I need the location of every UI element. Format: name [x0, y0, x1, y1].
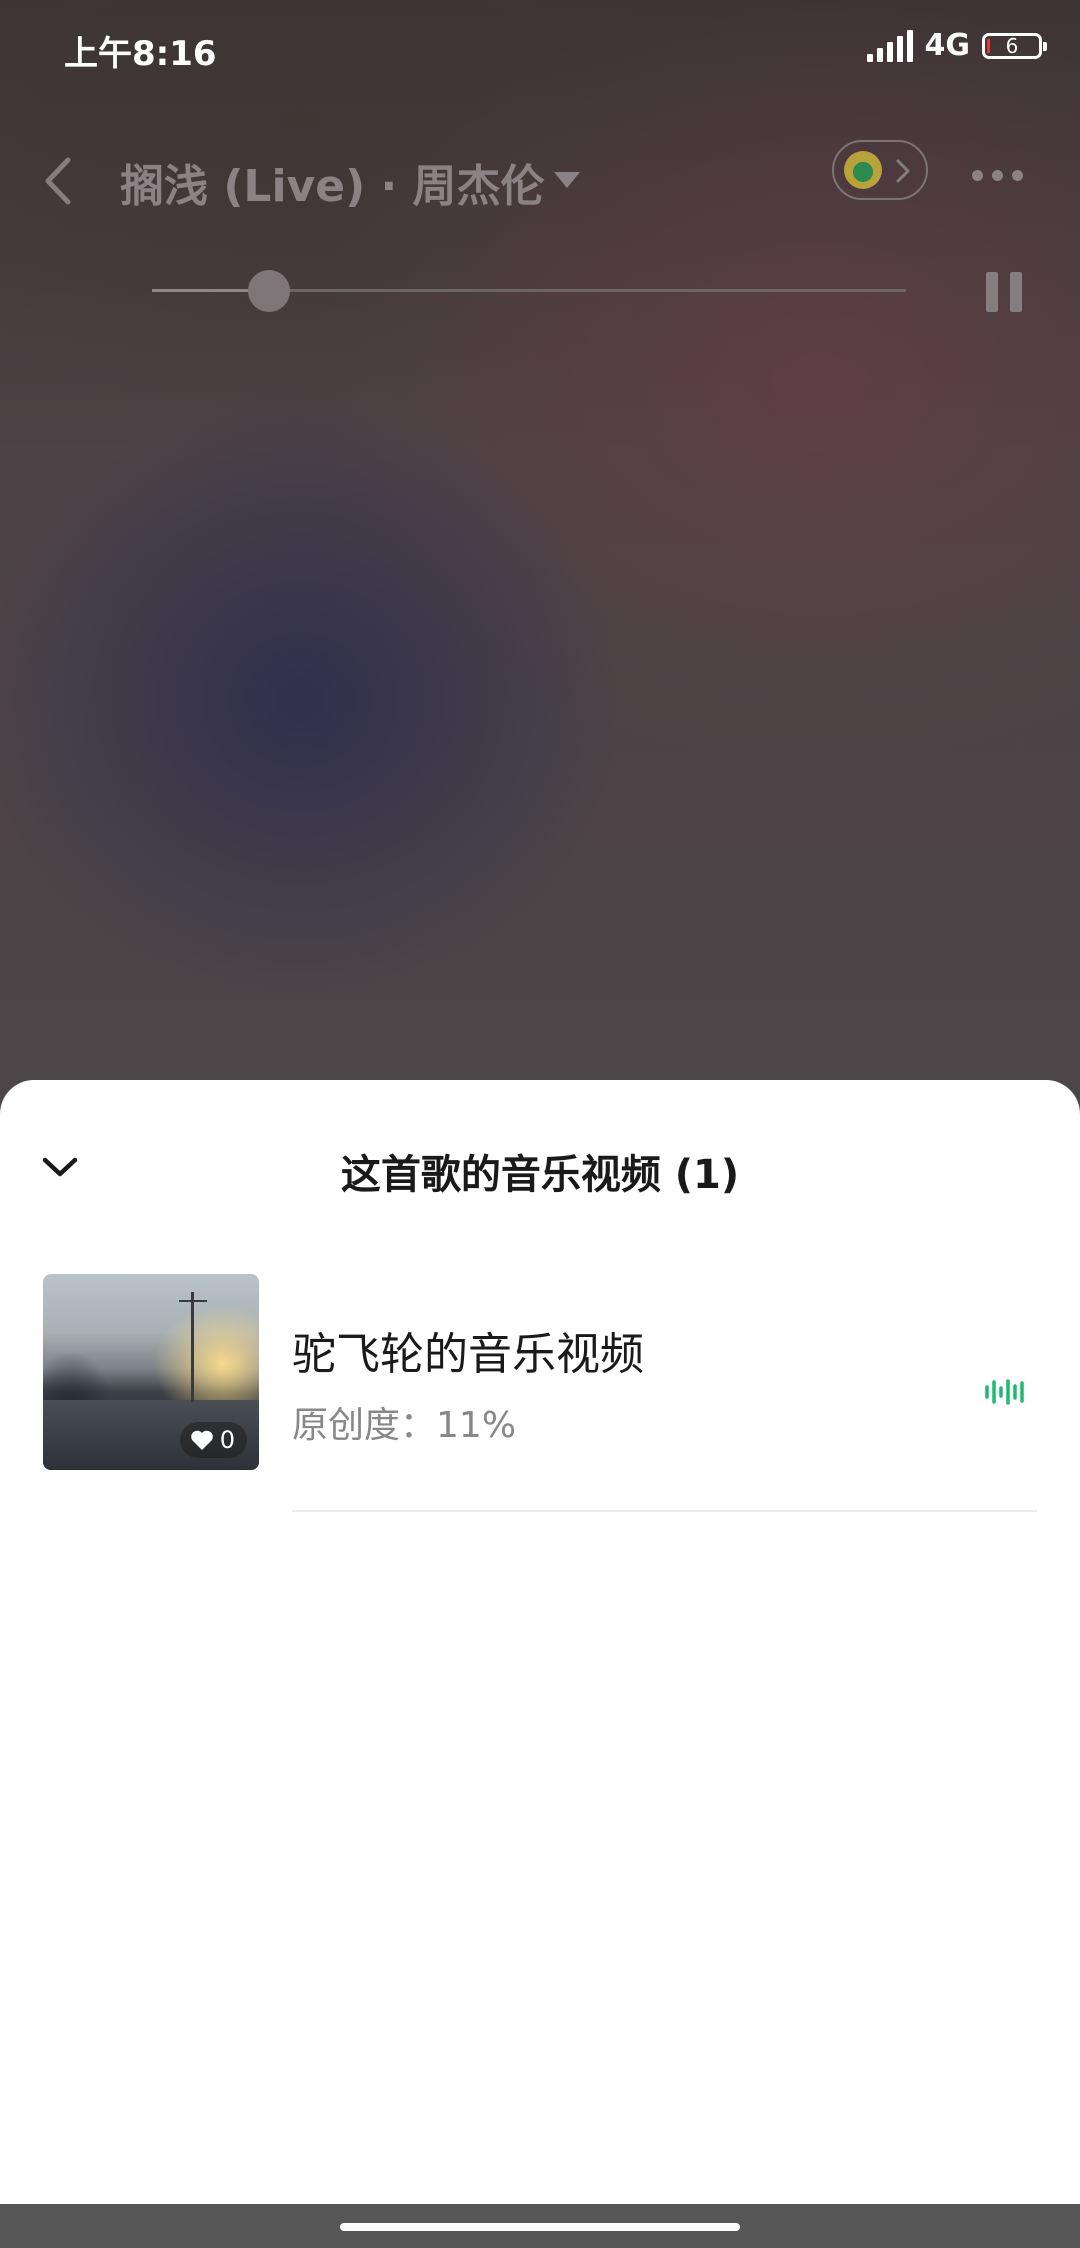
battery-level: 6 — [1005, 33, 1019, 58]
player-header: 搁浅 (Live) · 周杰伦 — [0, 130, 1080, 230]
more-dots-icon[interactable] — [972, 170, 1023, 181]
video-list-item[interactable]: 0 驼飞轮的音乐视频 原创度：11% — [0, 1274, 1080, 1514]
originality-label: 原创度： — [292, 1405, 437, 1446]
status-time: 上午8:16 — [64, 34, 217, 74]
song-title[interactable]: 搁浅 (Live) · 周杰伦 — [120, 150, 545, 214]
status-bar: 上午8:16 4G 6 — [0, 0, 1080, 96]
originality-value: 11% — [436, 1405, 517, 1446]
like-count: 0 — [219, 1426, 235, 1454]
video-title[interactable]: 驼飞轮的音乐视频 — [292, 1318, 644, 1382]
status-icons: 4G 6 — [866, 28, 1047, 63]
video-originality: 原创度：11% — [292, 1396, 516, 1448]
like-count-badge: 0 — [179, 1422, 247, 1458]
sheet-title: 这首歌的音乐视频 (1) — [340, 1152, 740, 1198]
video-thumbnail[interactable]: 0 — [43, 1274, 259, 1470]
qq-music-button[interactable] — [832, 140, 928, 200]
pause-icon[interactable] — [986, 272, 1026, 312]
qq-music-logo-icon — [844, 151, 882, 189]
progress-knob[interactable] — [247, 270, 290, 312]
network-type: 4G — [924, 28, 971, 63]
progress-slider[interactable] — [152, 270, 906, 312]
sound-wave-icon — [985, 1379, 1024, 1405]
system-nav-bar — [0, 2204, 1080, 2248]
caret-down-icon[interactable] — [554, 172, 580, 188]
heart-icon — [190, 1430, 213, 1450]
home-indicator[interactable] — [340, 2223, 740, 2231]
divider — [292, 1510, 1037, 1512]
battery-icon: 6 — [982, 32, 1047, 59]
sheet-header: 这首歌的音乐视频 (1) — [0, 1080, 1080, 1260]
signal-icon — [866, 29, 913, 62]
chevron-right-icon — [896, 159, 910, 183]
playback-progress-row — [0, 260, 1080, 320]
chevron-left-icon[interactable] — [36, 154, 86, 208]
music-video-sheet: 这首歌的音乐视频 (1) 0 驼飞轮的音乐视频 原创度：11% — [0, 1080, 1080, 2204]
